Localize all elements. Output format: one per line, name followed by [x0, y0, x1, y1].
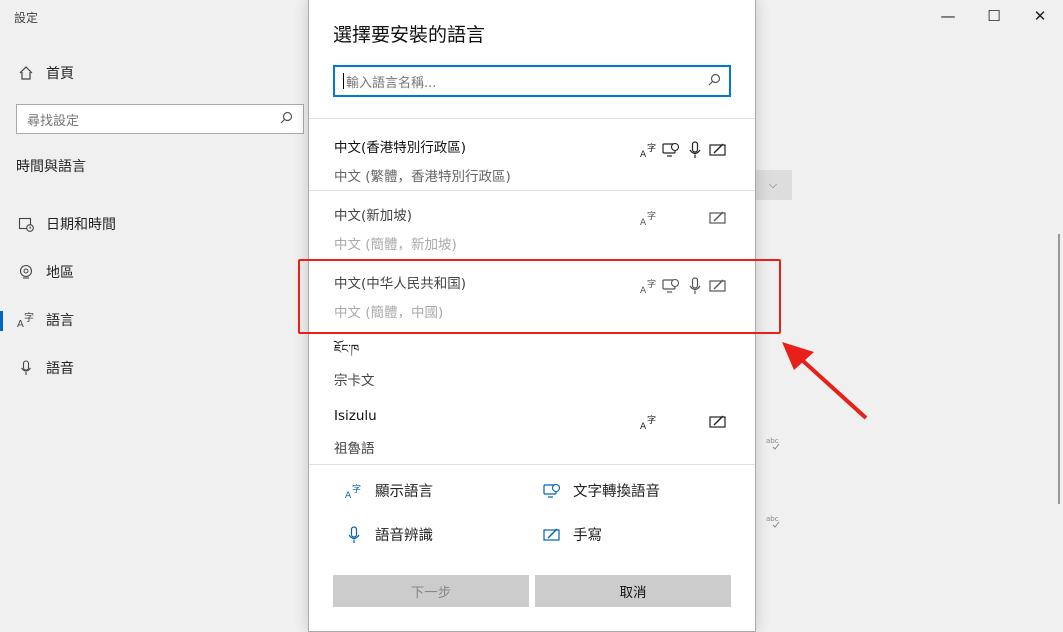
app-title: 設定 — [14, 11, 39, 25]
language-name: 中文(新加坡) — [334, 208, 413, 224]
legend-label: 顯示語言 — [375, 484, 433, 500]
svg-text:abc: abc — [766, 437, 779, 445]
svg-text:abc: abc — [766, 515, 779, 523]
annotation-highlight-box — [298, 259, 781, 334]
sidebar-item-label: 地區 — [46, 265, 74, 281]
divider — [309, 118, 755, 119]
legend-speech-recognition: 語音辨識 — [345, 524, 433, 545]
language-icon: A字 — [16, 311, 36, 329]
handwriting-icon — [543, 528, 560, 541]
home-icon — [16, 65, 36, 81]
language-name: 中文(香港特別行政區) — [334, 140, 467, 156]
close-button[interactable]: ✕ — [1017, 0, 1063, 32]
background-dropdown[interactable]: ⌵ — [754, 170, 792, 200]
maximize-icon: ☐ — [987, 7, 1001, 25]
section-title: 時間與語言 — [16, 159, 86, 175]
text-to-speech-icon — [543, 483, 561, 498]
microphone-icon — [16, 360, 36, 376]
calendar-clock-icon — [16, 216, 36, 232]
svg-text:字: 字 — [647, 210, 656, 222]
text-caret — [343, 73, 344, 89]
language-subtitle: 中文 (繁體，香港特別行政區) — [334, 169, 511, 185]
svg-text:字: 字 — [647, 414, 656, 426]
legend-label: 文字轉換語音 — [573, 484, 660, 500]
language-subtitle: 宗卡文 — [334, 373, 375, 389]
globe-icon — [16, 264, 36, 280]
search-icon — [280, 111, 293, 128]
display-language-icon: A字 — [345, 483, 361, 500]
settings-search-input[interactable]: 尋找設定 — [16, 104, 304, 134]
sidebar-item-region[interactable]: 地區 — [16, 260, 74, 284]
dialog-title: 選擇要安裝的語言 — [333, 24, 486, 46]
svg-text:A: A — [345, 491, 352, 500]
spellcheck-icon: abc — [766, 514, 782, 533]
sidebar-home[interactable]: 首頁 — [16, 61, 74, 85]
sidebar-item-label: 日期和時間 — [46, 217, 116, 233]
sidebar-item-language[interactable]: A字 語言 — [16, 308, 74, 332]
minimize-button[interactable]: — — [925, 0, 971, 32]
settings-search-placeholder: 尋找設定 — [27, 113, 80, 129]
svg-text:A: A — [17, 319, 24, 329]
list-item[interactable]: ཇོང་ཁ 宗卡文 — [309, 326, 755, 394]
handwriting-icon — [708, 208, 728, 228]
cancel-button[interactable]: 取消 — [535, 575, 731, 607]
microphone-icon — [348, 525, 360, 543]
list-item[interactable]: 中文(新加坡) 中文 (簡體，新加坡) A字 — [309, 190, 755, 258]
search-icon — [708, 73, 721, 90]
sidebar-item-date-time[interactable]: 日期和時間 — [16, 212, 116, 236]
sidebar-home-label: 首頁 — [46, 66, 74, 82]
language-search-placeholder: 輸入語言名稱... — [346, 75, 437, 91]
close-icon: ✕ — [1033, 7, 1047, 25]
chevron-down-icon: ⌵ — [768, 178, 778, 191]
display-language-icon: A字 — [639, 140, 659, 160]
svg-text:A: A — [640, 422, 647, 431]
language-subtitle: 中文 (簡體，新加坡) — [334, 237, 457, 253]
svg-text:字: 字 — [24, 311, 34, 324]
legend-handwriting: 手寫 — [543, 524, 602, 545]
legend-display-language: A字 顯示語言 — [345, 480, 433, 501]
divider — [309, 464, 755, 465]
display-language-icon: A字 — [639, 208, 659, 228]
svg-text:A: A — [640, 150, 647, 159]
legend-text-to-speech: 文字轉換語音 — [543, 480, 660, 501]
legend-label: 手寫 — [573, 528, 602, 544]
text-to-speech-icon — [661, 140, 681, 160]
list-item[interactable]: 中文(香港特別行政區) 中文 (繁體，香港特別行政區) A字 — [309, 122, 755, 190]
display-language-icon: A字 — [639, 412, 659, 432]
handwriting-icon — [708, 140, 728, 160]
language-name: ཇོང་ཁ — [334, 342, 360, 356]
maximize-button[interactable]: ☐ — [971, 0, 1017, 32]
minimize-icon: — — [940, 7, 956, 25]
language-subtitle: 祖魯語 — [334, 441, 375, 457]
sidebar-item-label: 語言 — [46, 313, 74, 329]
window-scrollbar[interactable] — [1058, 234, 1060, 504]
language-name: Isizulu — [334, 408, 377, 424]
svg-text:字: 字 — [647, 142, 656, 154]
microphone-icon — [685, 140, 705, 160]
list-item[interactable]: Isizulu 祖魯語 A字 — [309, 394, 755, 462]
sidebar-item-speech[interactable]: 語音 — [16, 356, 74, 380]
next-button[interactable]: 下一步 — [333, 575, 529, 607]
annotation-arrow — [782, 342, 868, 420]
selection-indicator — [0, 311, 3, 331]
language-search-input[interactable]: 輸入語言名稱... — [333, 65, 731, 97]
svg-text:A: A — [640, 218, 647, 227]
handwriting-icon — [708, 412, 728, 432]
svg-text:字: 字 — [352, 483, 361, 495]
legend-label: 語音辨識 — [375, 528, 433, 544]
spellcheck-icon: abc — [766, 436, 782, 455]
sidebar-item-label: 語音 — [46, 361, 74, 377]
